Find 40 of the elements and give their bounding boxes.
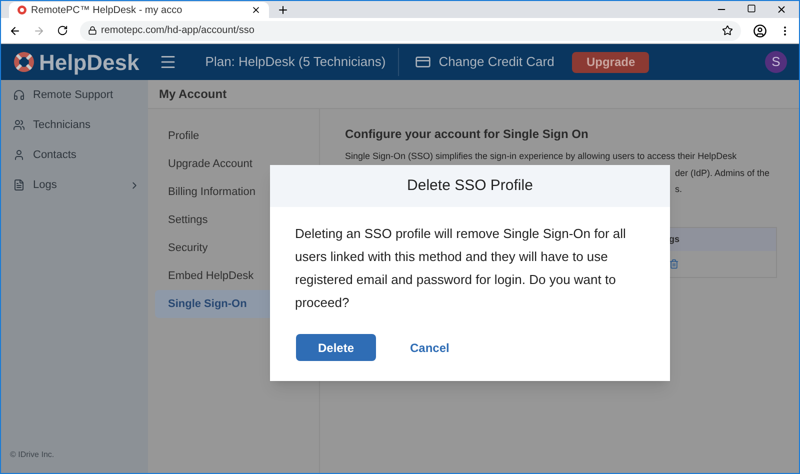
profile-icon[interactable] xyxy=(753,24,767,38)
user-icon xyxy=(13,149,25,161)
reload-icon[interactable] xyxy=(57,25,68,36)
lifebuoy-icon xyxy=(13,51,35,73)
section-heading: Configure your account for Single Sign On xyxy=(345,126,590,143)
credit-card-icon xyxy=(414,54,431,70)
upgrade-button[interactable]: Upgrade xyxy=(572,52,650,72)
browser-tab[interactable]: RemotePC™ HelpDesk - my acco xyxy=(9,2,269,18)
headset-icon xyxy=(13,89,25,101)
sidebar-item[interactable]: Remote Support xyxy=(1,80,148,110)
lock-icon xyxy=(88,26,97,35)
account-nav-item[interactable]: Profile xyxy=(155,122,311,150)
star-icon[interactable] xyxy=(722,25,733,36)
change-card-link[interactable]: Change Credit Card xyxy=(438,52,554,72)
users-icon xyxy=(13,119,25,131)
address-field[interactable]: remotepc.com/hd-app/account/sso xyxy=(80,20,741,40)
maximize-icon[interactable] xyxy=(747,4,756,13)
back-icon[interactable] xyxy=(9,24,21,36)
document-icon xyxy=(13,179,25,191)
copyright: © IDrive Inc. xyxy=(10,449,56,461)
avatar[interactable]: S xyxy=(765,51,787,73)
sidebar-item[interactable]: Technicians xyxy=(1,110,148,140)
plan-label: Plan: HelpDesk (5 Technicians) xyxy=(205,53,386,72)
tab-title: RemotePC™ HelpDesk - my acco xyxy=(31,4,182,18)
page-title: My Account xyxy=(159,86,227,103)
new-tab-icon[interactable] xyxy=(277,4,289,16)
close-icon[interactable] xyxy=(776,4,787,15)
app-logo: HelpDesk xyxy=(39,48,140,77)
close-icon[interactable] xyxy=(251,5,261,15)
cancel-button[interactable]: Cancel xyxy=(410,338,450,356)
description-text: Single Sign-On (SSO) simplifies the sign-in experience by allowing users to access their HelpDesk xyxy=(345,151,738,162)
dialog-title: Delete SSO Profile xyxy=(407,176,533,196)
lifebuoy-icon xyxy=(17,5,27,15)
menu-icon[interactable] xyxy=(159,53,178,71)
delete-button[interactable]: Delete xyxy=(296,334,376,361)
sidebar-item[interactable]: Contacts xyxy=(1,140,148,170)
trash-icon[interactable] xyxy=(669,259,679,269)
description-text: der (IdP). Admins of the xyxy=(675,168,770,179)
description-text: s. xyxy=(675,184,682,195)
sidebar-item[interactable]: Logs xyxy=(1,170,148,200)
